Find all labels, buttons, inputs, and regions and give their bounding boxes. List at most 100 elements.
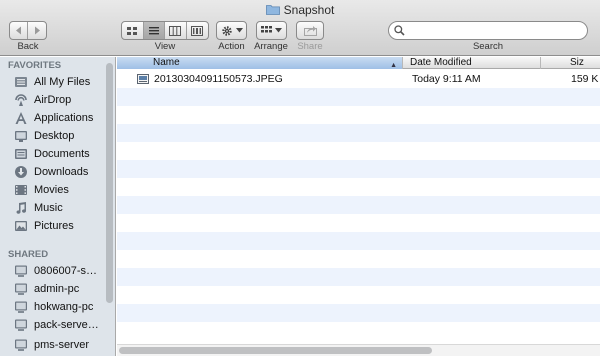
column-date-modified-label: Date Modified — [410, 57, 472, 68]
row-stripe — [117, 304, 600, 322]
forward-arrow-icon — [35, 26, 41, 35]
sidebar-item-downloads[interactable]: Downloads — [0, 163, 108, 181]
back-button[interactable] — [10, 22, 29, 39]
search-label: Search — [472, 41, 504, 52]
finder-window: Snapshot Back View Action Arrange Share … — [0, 0, 600, 356]
chevron-down-icon — [235, 28, 243, 33]
chevron-down-icon — [275, 28, 282, 33]
back-arrow-icon — [15, 26, 21, 35]
sidebar-item-movies[interactable]: Movies — [0, 181, 108, 199]
row-stripe — [117, 286, 600, 304]
table-row[interactable]: 20130304091150573.JPEG Today 9:11 AM 159… — [117, 70, 600, 88]
file-date-modified: Today 9:11 AM — [412, 73, 481, 85]
row-stripe — [117, 196, 600, 214]
sidebar-item-shared-pms-server[interactable]: pms-server — [0, 336, 108, 354]
action-group — [216, 21, 247, 40]
gear-icon — [221, 25, 232, 36]
sidebar-item-documents[interactable]: Documents — [0, 145, 108, 163]
column-view-button[interactable] — [165, 22, 187, 39]
share-group — [296, 21, 324, 40]
computer-icon — [13, 337, 29, 353]
file-size: 159 K — [571, 73, 599, 85]
share-icon — [303, 26, 317, 36]
search-icon — [394, 25, 405, 36]
column-name-label: Name — [153, 57, 180, 68]
documents-icon — [13, 146, 29, 162]
airdrop-icon — [13, 92, 29, 108]
sidebar-item-desktop[interactable]: Desktop — [0, 127, 108, 145]
applications-icon — [13, 110, 29, 126]
sidebar-item-shared-0806007[interactable]: 0806007-s… — [0, 262, 108, 280]
list-view-button[interactable] — [143, 22, 165, 39]
list-view-icon — [148, 26, 159, 34]
column-view-icon — [169, 25, 182, 36]
row-stripe — [117, 232, 600, 250]
action-menu-button[interactable] — [217, 22, 246, 39]
column-size[interactable]: Siz — [542, 57, 600, 69]
sidebar-item-all-my-files[interactable]: All My Files — [0, 73, 108, 91]
computer-icon — [13, 263, 29, 279]
column-date-modified[interactable]: Date Modified — [404, 57, 541, 69]
sidebar-item-label: AirDrop — [34, 94, 72, 106]
sidebar-item-label: Downloads — [34, 166, 89, 178]
all-files-icon — [13, 74, 29, 90]
sidebar-item-label: Pictures — [34, 220, 74, 232]
coverflow-view-icon — [191, 25, 204, 36]
arrange-grid-icon — [261, 26, 272, 33]
sidebar-item-label: Desktop — [34, 130, 75, 142]
sidebar-item-label: 0806007-s… — [34, 265, 97, 277]
favorites-heading: FAVORITES — [8, 60, 62, 71]
forward-button[interactable] — [28, 22, 46, 39]
row-stripe — [117, 88, 600, 106]
desktop-icon — [13, 128, 29, 144]
sidebar-item-pictures[interactable]: Pictures — [0, 217, 108, 235]
row-stripe — [117, 142, 600, 160]
sidebar-item-label: Movies — [34, 184, 69, 196]
search-field[interactable] — [388, 21, 588, 40]
row-stripe — [117, 106, 600, 124]
share-button[interactable] — [297, 22, 323, 39]
row-stripe — [117, 178, 600, 196]
share-label: Share — [297, 41, 323, 52]
sidebar-item-airdrop[interactable]: AirDrop — [0, 91, 108, 109]
row-stripe — [117, 250, 600, 268]
column-name[interactable]: Name ▲ — [117, 57, 403, 69]
sidebar-item-music[interactable]: Music — [0, 199, 108, 217]
folder-icon — [265, 5, 280, 15]
sidebar-scrollbar[interactable] — [106, 63, 113, 303]
view-label: View — [154, 41, 176, 52]
horizontal-scrollbar[interactable] — [117, 344, 600, 356]
row-stripe — [117, 214, 600, 232]
computer-icon — [13, 299, 29, 315]
horizontal-scrollbar-thumb[interactable] — [119, 347, 432, 354]
sidebar-item-label: Documents — [34, 148, 90, 160]
sidebar-item-label: pms-server — [34, 339, 90, 351]
downloads-icon — [13, 164, 29, 180]
back-forward-group — [9, 21, 47, 40]
back-label: Back — [17, 41, 39, 52]
sidebar-item-label: Music — [34, 202, 63, 214]
action-label: Action — [218, 41, 245, 52]
computer-icon — [13, 317, 29, 333]
file-name: 20130304091150573.JPEG — [154, 73, 283, 85]
sort-ascending-icon: ▲ — [390, 62, 397, 69]
row-stripe — [117, 160, 600, 178]
arrange-menu-button[interactable] — [257, 22, 286, 39]
file-list: Name ▲ Date Modified Siz 201303040911505… — [117, 57, 600, 356]
jpeg-file-icon — [137, 74, 149, 84]
sidebar-item-shared-pack-server[interactable]: pack-serve… — [0, 316, 108, 334]
search-input[interactable] — [407, 23, 583, 38]
sidebar-item-shared-admin-pc[interactable]: admin-pc — [0, 280, 108, 298]
arrange-label: Arrange — [254, 41, 288, 52]
window-title-text: Snapshot — [283, 3, 335, 17]
shared-heading: SHARED — [8, 249, 49, 260]
sidebar-item-label: Applications — [34, 112, 94, 124]
pictures-icon — [13, 218, 29, 234]
row-stripe — [117, 322, 600, 340]
sidebar-item-label: hokwang-pc — [34, 301, 94, 313]
sidebar-item-applications[interactable]: Applications — [0, 109, 108, 127]
icon-view-button[interactable] — [122, 22, 144, 39]
coverflow-view-button[interactable] — [187, 22, 208, 39]
toolbar: Snapshot Back View Action Arrange Share … — [0, 0, 600, 56]
sidebar-item-shared-hokwang-pc[interactable]: hokwang-pc — [0, 298, 108, 316]
